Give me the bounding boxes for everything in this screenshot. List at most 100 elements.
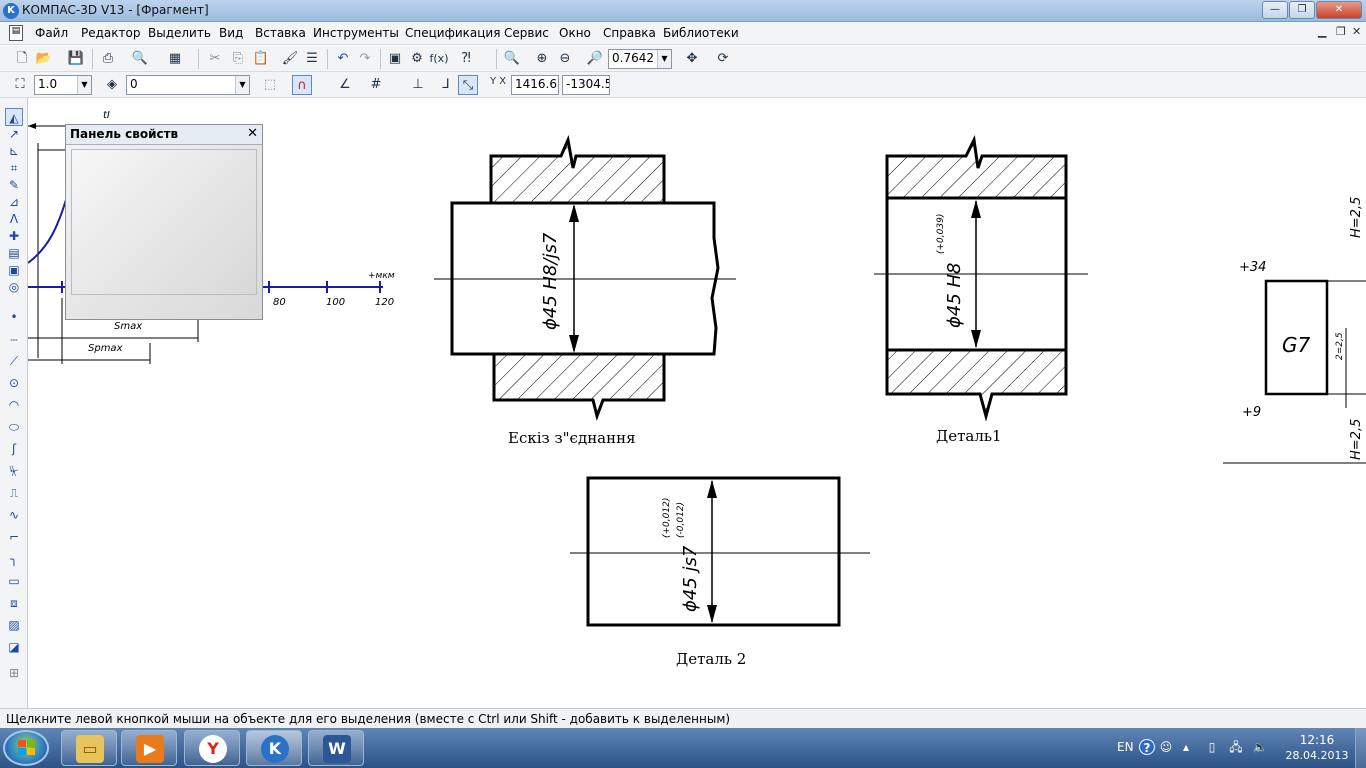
close-button[interactable]: ✕	[1316, 1, 1362, 19]
taskbar-media-player[interactable]: ▶	[121, 730, 177, 766]
fill-icon[interactable]: ◪	[5, 638, 23, 656]
print-preview-icon[interactable]: 🔍	[130, 49, 150, 69]
volume-icon[interactable]: 🔈	[1252, 739, 1268, 755]
menu-libraries[interactable]: Библиотеки	[663, 26, 739, 40]
menu-select[interactable]: Выделить	[148, 26, 211, 40]
library-icon[interactable]: ⚙	[407, 49, 427, 69]
aux-line-icon[interactable]: ┄	[5, 331, 23, 349]
menu-window[interactable]: Окно	[559, 26, 591, 40]
magnet-icon[interactable]: ∩	[292, 75, 312, 95]
snap-icon[interactable]: ⛶	[10, 75, 30, 95]
measure-icon[interactable]: ⊿	[5, 193, 23, 211]
arc-icon[interactable]: ◠	[5, 396, 23, 414]
start-button[interactable]	[3, 730, 49, 766]
round-icon[interactable]: ⤡	[458, 75, 478, 95]
spline-icon[interactable]: ʃ	[5, 440, 23, 458]
report-icon[interactable]: ▤	[5, 244, 23, 262]
document-icon[interactable]: ▤	[9, 25, 23, 41]
taskbar-explorer[interactable]: ▭	[61, 730, 117, 766]
taskbar-kompas[interactable]: K	[246, 730, 302, 766]
layers-icon[interactable]: ◈	[102, 75, 122, 95]
save-icon[interactable]: 💾	[66, 49, 86, 69]
chamfer-icon[interactable]: ⌐	[5, 528, 23, 546]
view-icon[interactable]: ⬚	[260, 75, 280, 95]
menu-file[interactable]: Файл	[35, 26, 68, 40]
doc-minimize-button[interactable]: ▁	[1318, 25, 1326, 38]
ellipse-icon[interactable]: ⬭	[5, 418, 23, 436]
show-desktop-button[interactable]	[1355, 728, 1366, 768]
properties-icon[interactable]: ▦	[165, 49, 185, 69]
zoom-window-icon[interactable]: 🔍	[502, 49, 522, 69]
network-icon[interactable]: 🖧	[1228, 739, 1244, 755]
taskbar-yandex-browser[interactable]: Y	[184, 730, 240, 766]
zoom-combo[interactable]: 0.7642 ▼	[608, 49, 672, 69]
maximize-button[interactable]: ❐	[1289, 1, 1315, 19]
chevron-down-icon[interactable]: ▼	[657, 50, 671, 68]
undo-icon[interactable]: ↶	[333, 49, 353, 69]
taskbar-word[interactable]: W	[308, 730, 364, 766]
grid-icon[interactable]: #	[366, 75, 386, 95]
menu-help[interactable]: Справка	[603, 26, 656, 40]
polyline-icon[interactable]: ⏧	[5, 462, 23, 480]
zoom-icon[interactable]: 🔎	[585, 49, 605, 69]
refresh-icon[interactable]: ⟳	[713, 49, 733, 69]
insert-icon[interactable]: ▣	[5, 261, 23, 279]
point-icon[interactable]: •	[5, 308, 23, 326]
select-icon[interactable]: Ʌ	[5, 210, 23, 228]
chevron-down-icon[interactable]: ▼	[235, 76, 249, 94]
bezier-icon[interactable]: ∿	[5, 506, 23, 524]
format-painter-icon[interactable]: 🖌	[280, 49, 300, 69]
kompas-logo-icon[interactable]: K	[3, 3, 19, 19]
copy-icon[interactable]: ⎘	[228, 49, 248, 69]
rectangle-icon[interactable]: ▭	[5, 572, 23, 590]
line-width-combo[interactable]: 1.0 ▼	[34, 75, 92, 95]
macro-icon[interactable]: ◎	[5, 278, 23, 296]
pan-icon[interactable]: ✥	[682, 49, 702, 69]
zoom-out-icon[interactable]: ⊖	[555, 49, 575, 69]
menu-service[interactable]: Сервис	[504, 26, 549, 40]
variables-icon[interactable]: f(x)	[429, 49, 449, 69]
chevron-up-icon[interactable]: ▴	[1178, 739, 1194, 755]
help-icon[interactable]: ?	[1139, 739, 1155, 755]
cut-icon[interactable]: ✂	[205, 49, 225, 69]
menu-specification[interactable]: Спецификация	[405, 26, 500, 40]
designations-icon[interactable]: ⊾	[5, 142, 23, 160]
properties-panel-header[interactable]: Панель свойств ✕	[66, 125, 262, 145]
list-icon[interactable]: ☰	[302, 49, 322, 69]
menu-editor[interactable]: Редактор	[81, 26, 140, 40]
menu-view[interactable]: Вид	[219, 26, 243, 40]
doc-close-button[interactable]: ✕	[1352, 25, 1361, 38]
menu-insert[interactable]: Вставка	[255, 26, 306, 40]
collection-icon[interactable]: ⊞	[5, 664, 23, 682]
local-cs-icon[interactable]: ⊥	[408, 75, 428, 95]
fillet-icon[interactable]: ╮	[5, 550, 23, 568]
language-indicator[interactable]: EN	[1117, 740, 1134, 754]
hatch-icon[interactable]: ▨	[5, 616, 23, 634]
editing-icon[interactable]: ⌗	[5, 159, 23, 177]
people-icon[interactable]: ☺	[1158, 739, 1174, 755]
paste-icon[interactable]: 📋	[251, 49, 271, 69]
open-file-icon[interactable]: 📂	[34, 49, 54, 69]
manager-icon[interactable]: ▣	[385, 49, 405, 69]
redo-icon[interactable]: ↷	[355, 49, 375, 69]
circle-icon[interactable]: ⊙	[5, 374, 23, 392]
new-file-icon[interactable]: 🗋	[12, 49, 32, 69]
menu-tools[interactable]: Инструменты	[313, 26, 399, 40]
equidistant-icon[interactable]: ⧈	[5, 594, 23, 612]
contour-icon[interactable]: ⎍	[5, 484, 23, 502]
close-icon[interactable]: ✕	[247, 126, 258, 141]
clock-time[interactable]: 12:16	[1297, 733, 1337, 747]
coord-y-field[interactable]: -1304.5	[562, 75, 610, 95]
zoom-in-icon[interactable]: ⊕	[532, 49, 552, 69]
help-pointer-icon[interactable]: ⁈	[456, 49, 476, 69]
spec-icon[interactable]: ✚	[5, 227, 23, 245]
angle-icon[interactable]: ∠	[335, 75, 355, 95]
clock-date[interactable]: 28.04.2013	[1283, 749, 1351, 762]
layer-combo[interactable]: 0 ▼	[126, 75, 250, 95]
dimensions-icon[interactable]: ↗	[5, 125, 23, 143]
properties-panel[interactable]: Панель свойств ✕	[65, 124, 263, 320]
chevron-down-icon[interactable]: ▼	[77, 76, 91, 94]
segment-icon[interactable]: ⟋	[5, 352, 23, 370]
coord-x-field[interactable]: 1416.63	[511, 75, 559, 95]
device-icon[interactable]: ▯	[1204, 739, 1220, 755]
